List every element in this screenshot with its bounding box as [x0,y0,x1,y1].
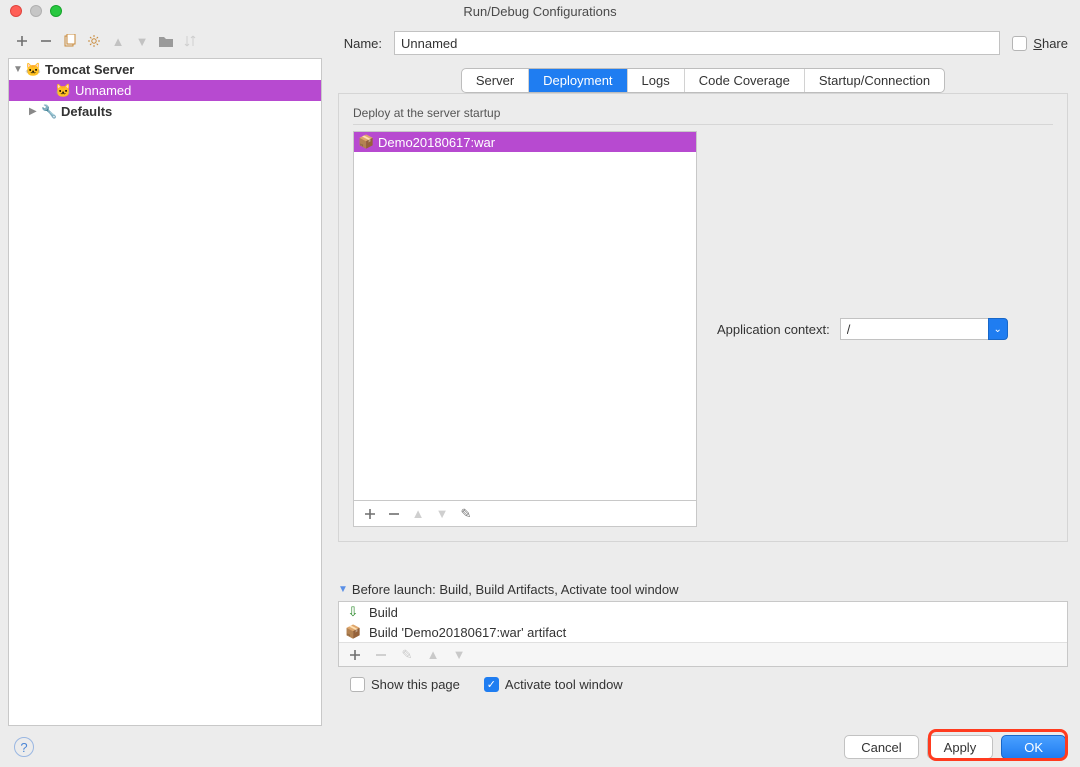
move-up-icon: ▲ [425,647,441,663]
tree-label: Tomcat Server [45,62,134,77]
tab-logs[interactable]: Logs [628,69,685,92]
app-context-combo[interactable]: ⌄ [840,318,1008,340]
add-artifact-icon[interactable] [362,506,378,522]
tree-node-tomcat[interactable]: ▼ 🐱 Tomcat Server [9,59,321,80]
artifact-list[interactable]: 📦 Demo20180617:war [353,131,697,501]
expand-icon[interactable]: ▶ [29,106,41,117]
task-list[interactable]: ⇩ Build 📦 Build 'Demo20180617:war' artif… [338,601,1068,667]
tab-server[interactable]: Server [462,69,529,92]
tree-label: Unnamed [75,83,131,98]
move-up-icon: ▲ [410,506,426,522]
tree-node-defaults[interactable]: ▶ 🔧 Defaults [9,101,321,122]
folder-icon[interactable] [158,33,174,49]
remove-config-icon[interactable] [38,33,54,49]
move-down-icon: ▼ [134,33,150,49]
window-title: Run/Debug Configurations [0,4,1080,19]
share-checkbox[interactable] [1012,36,1027,51]
deployment-panel: Deploy at the server startup 📦 Demo20180… [338,93,1068,542]
tab-bar: Server Deployment Logs Code Coverage Sta… [338,68,1068,93]
add-config-icon[interactable] [14,33,30,49]
cancel-button[interactable]: Cancel [844,735,918,759]
dialog-footer: ? Cancel Apply OK [0,727,1080,767]
move-down-icon: ▼ [434,506,450,522]
before-launch-section: ▼ Before launch: Build, Build Artifacts,… [338,582,1068,692]
artifact-row[interactable]: 📦 Demo20180617:war [354,132,696,152]
app-context-label: Application context: [717,322,830,337]
show-page-label: Show this page [371,677,460,692]
activate-tool-window-label: Activate tool window [505,677,623,692]
edit-task-icon: ✎ [399,647,415,663]
right-panel: Name: SSharehare Server Deployment Logs … [330,22,1080,726]
tab-deployment[interactable]: Deployment [529,69,627,92]
remove-task-icon [373,647,389,663]
activate-tool-window-checkbox[interactable]: ✓ [484,677,499,692]
artifact-label: Demo20180617:war [378,135,495,150]
task-label: Build [369,605,398,620]
tomcat-icon: 🐱 [25,62,41,78]
before-launch-label: Before launch: Build, Build Artifacts, A… [352,582,679,597]
edit-artifact-icon[interactable]: ✎ [458,506,474,522]
ok-button[interactable]: OK [1001,735,1066,759]
copy-config-icon[interactable] [62,33,78,49]
settings-icon[interactable] [86,33,102,49]
build-icon: ⇩ [345,604,361,620]
artifact-toolbar: ▲ ▼ ✎ [353,501,697,527]
artifact-icon: 📦 [358,134,374,150]
tomcat-icon: 🐱 [55,83,71,99]
share-label: SSharehare [1033,36,1068,51]
collapse-icon[interactable]: ▼ [338,584,348,595]
add-task-icon[interactable] [347,647,363,663]
task-row[interactable]: ⇩ Build [339,602,1067,622]
task-toolbar: ✎ ▲ ▼ [339,642,1067,666]
tab-code-coverage[interactable]: Code Coverage [685,69,805,92]
sort-icon [182,33,198,49]
move-up-icon: ▲ [110,33,126,49]
left-panel: ▲ ▼ ▼ 🐱 Tomcat Server 🐱 Unnamed ▶ 🔧 Defa… [0,22,330,726]
apply-button[interactable]: Apply [927,735,994,759]
help-icon[interactable]: ? [14,737,34,757]
task-label: Build 'Demo20180617:war' artifact [369,625,566,640]
tree-label: Defaults [61,104,112,119]
section-label: Deploy at the server startup [353,106,1053,125]
before-launch-header[interactable]: ▼ Before launch: Build, Build Artifacts,… [338,582,1068,597]
titlebar: Run/Debug Configurations [0,0,1080,22]
config-toolbar: ▲ ▼ [8,28,322,54]
task-row[interactable]: 📦 Build 'Demo20180617:war' artifact [339,622,1067,642]
expand-icon[interactable]: ▼ [13,64,25,75]
remove-artifact-icon[interactable] [386,506,402,522]
move-down-icon: ▼ [451,647,467,663]
tab-startup-connection[interactable]: Startup/Connection [805,69,944,92]
app-context-input[interactable] [840,318,988,340]
config-tree[interactable]: ▼ 🐱 Tomcat Server 🐱 Unnamed ▶ 🔧 Defaults [8,58,322,726]
name-input[interactable] [394,31,1000,55]
name-label: Name: [338,36,382,51]
wrench-icon: 🔧 [41,104,57,120]
artifact-icon: 📦 [345,624,361,640]
dropdown-icon[interactable]: ⌄ [988,318,1008,340]
show-page-checkbox[interactable] [350,677,365,692]
tree-node-unnamed[interactable]: 🐱 Unnamed [9,80,321,101]
